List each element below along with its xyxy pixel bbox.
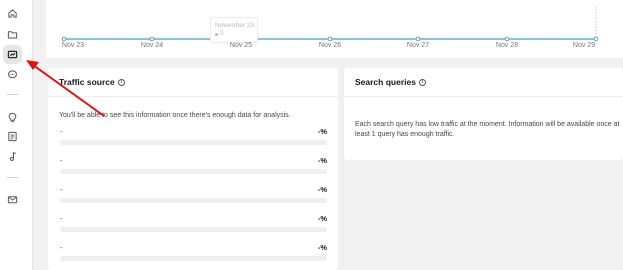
empty-state-message: Each search query has low traffic at the… [355, 121, 620, 138]
source-progress-bar [60, 227, 327, 232]
source-percent: -% [317, 127, 327, 136]
chart-point[interactable] [149, 36, 155, 42]
source-progress-bar [60, 140, 327, 145]
document-icon[interactable] [5, 129, 20, 144]
card-divider [48, 96, 338, 97]
card-title: Search queries i [355, 77, 426, 87]
source-percent: -% [317, 243, 327, 252]
source-progress-bar [60, 198, 327, 203]
source-percent: -% [317, 185, 327, 194]
comment-icon[interactable] [5, 67, 20, 82]
source-name: - [60, 127, 63, 136]
music-note-icon[interactable] [5, 149, 20, 164]
x-tick-label: Nov 27 [406, 42, 430, 49]
chart-point[interactable] [593, 36, 599, 42]
analytics-icon[interactable] [3, 45, 22, 64]
sidebar-divider [7, 94, 18, 95]
info-icon[interactable]: i [418, 78, 426, 86]
traffic-source-row: - -% [60, 243, 335, 263]
source-name: - [60, 243, 63, 252]
source-progress-bar [60, 169, 327, 174]
source-name: - [60, 156, 63, 165]
x-tick-label: Nov 23 [61, 42, 85, 49]
mail-icon[interactable] [5, 192, 20, 207]
chart-point[interactable] [504, 36, 510, 42]
lightbulb-icon[interactable] [5, 110, 20, 125]
chart-tooltip: November 23 0 [210, 17, 258, 43]
traffic-source-row: - -% [60, 185, 335, 205]
traffic-source-row: - -% [60, 214, 335, 234]
x-tick-label: Nov 25 [229, 42, 253, 49]
x-tick-label: Nov 28 [495, 42, 519, 49]
x-tick-label: Nov 24 [140, 42, 164, 49]
left-sidebar [0, 0, 33, 270]
card-title: Traffic source i [59, 77, 125, 87]
x-tick-label: Nov 29 [572, 42, 596, 49]
traffic-source-card: Traffic source i You'll be able to see t… [48, 68, 338, 270]
views-chart: November 23 0 Nov 23 Nov 24 Nov 25 Nov 2… [46, 0, 623, 58]
chart-point[interactable] [415, 36, 421, 42]
empty-state-message: You'll be able to see this information o… [59, 112, 291, 119]
traffic-source-title: Traffic source [59, 77, 115, 87]
chart-plot [61, 6, 599, 42]
source-percent: -% [317, 156, 327, 165]
search-queries-title: Search queries [355, 77, 416, 87]
search-queries-card: Search queries i Each search query has l… [344, 68, 623, 160]
home-icon[interactable] [5, 6, 20, 21]
sidebar-divider [7, 177, 18, 178]
x-tick-label: Nov 26 [318, 42, 342, 49]
tooltip-date: November 23 [215, 22, 255, 29]
chart-point[interactable] [327, 36, 333, 42]
source-progress-bar [60, 256, 327, 261]
source-name: - [60, 185, 63, 194]
info-icon[interactable]: i [117, 78, 125, 86]
traffic-source-row: - -% [60, 127, 335, 147]
tooltip-value: 0 [220, 30, 224, 37]
source-name: - [60, 214, 63, 223]
chart-point[interactable] [61, 36, 67, 42]
traffic-source-row: - -% [60, 156, 335, 176]
card-divider [344, 96, 623, 97]
source-percent: -% [317, 214, 327, 223]
folder-icon[interactable] [5, 27, 20, 42]
